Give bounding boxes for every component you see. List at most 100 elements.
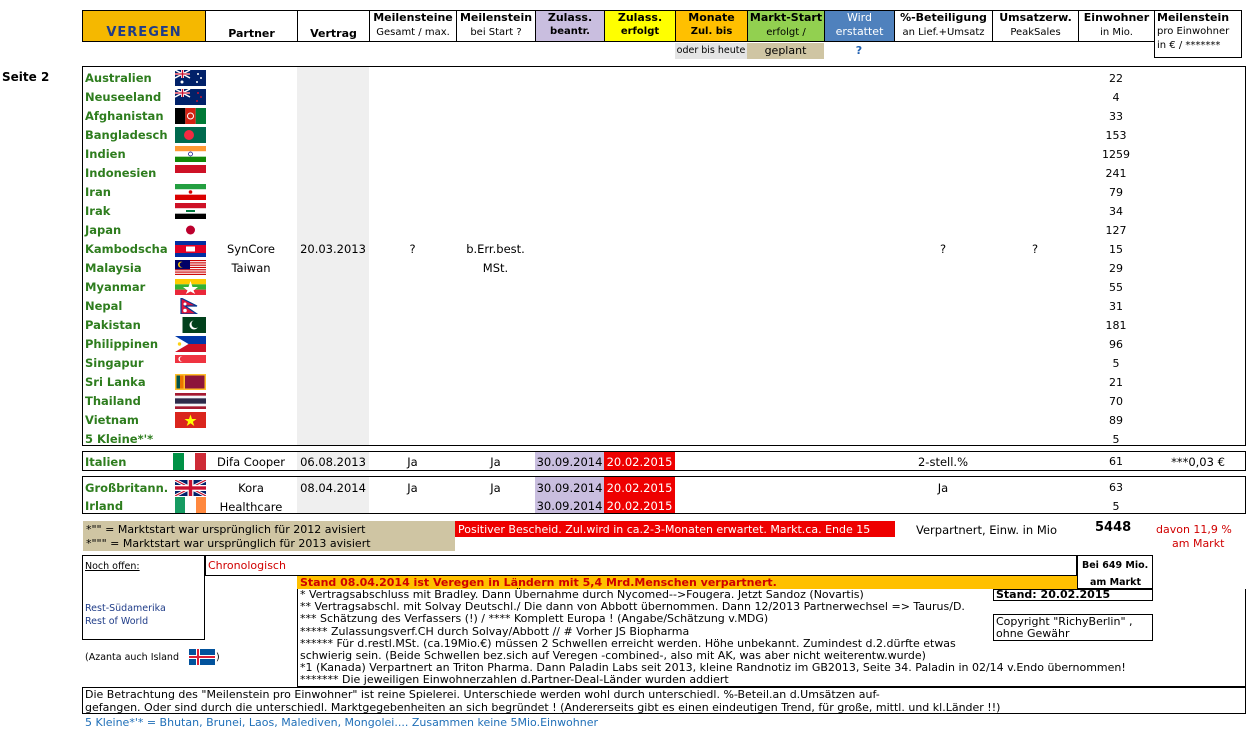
asia-meilenstein-start2: MSt. [482,261,509,275]
footnote-line: ***** Zulassungsverf.CH durch Solvay/Abb… [300,624,690,638]
asia-partner2: Taiwan [231,261,271,275]
header-wird: Wird erstattet [824,10,894,42]
noch-offen-label: Noch offen: [85,561,140,572]
flag-pk-icon [175,317,206,333]
country-name: Thailand [85,394,141,408]
country-name: Neuseeland [85,90,162,104]
footnote-line: ** Vertragsabschl. mit Solvay Deutschl./… [300,600,965,614]
azanta-close: ) [216,652,220,663]
country-name: Sri Lanka [85,375,146,389]
flag-it-icon [173,453,206,470]
flag-jp-icon [175,222,206,238]
country-name: Vietnam [85,413,139,427]
flag-ie-icon [175,497,206,513]
irland-zul-erfolgt: 20.02.2015 [606,499,673,513]
uk-meilenstein-start: Ja [490,481,501,495]
population-value: 181 [1105,319,1127,332]
population-value: 15 [1109,243,1123,256]
country-name: Malaysia [85,261,142,275]
veregen-title: VEREGEN [106,25,182,40]
italien-name: Italien [85,455,127,469]
header-umsatz: Umsatzerw. PeakSales [992,10,1078,42]
irland-zul-beantr: 30.09.2014 [536,499,603,513]
zul-beantr-title: Zulass. [547,11,593,24]
italien-meilensteine: Ja [407,455,418,469]
asia-partner: SynCore [226,242,275,256]
monate-title: Monate [688,11,735,24]
header-einwohner: Einwohner in Mio. [1078,10,1154,42]
population-value: 22 [1109,72,1123,85]
flag-ir-icon [175,184,206,200]
irland-pop: 5 [1112,500,1120,513]
rest-of-world: Rest of World [85,616,149,627]
country-name: Singapur [85,356,144,370]
flag-id-icon [175,165,206,181]
uk-meilensteine: Ja [407,481,418,495]
footnote-line: schwierig sein. (Beide Schwellen bez.sic… [300,649,926,662]
flag-af-icon [175,108,206,124]
proeinw-title: Meilenstein [1157,11,1230,24]
wird-title: Wird [846,11,872,24]
italien-vertrag: 06.08.2013 [300,455,366,469]
country-name: Nepal [85,299,123,313]
vertrag-column-shade [297,67,369,445]
partner-label: Partner [228,27,275,40]
italien-pop: 61 [1109,455,1123,468]
country-name: Myanmar [85,280,146,294]
monate-sub: Zul. bis Start [690,26,733,41]
population-value: 4 [1112,91,1120,104]
flag-nz-icon [175,89,206,105]
flag-iq-icon [175,203,206,219]
country-name: Kambodscha [85,242,168,256]
flag-kh-icon [175,241,206,257]
footnote-line: *1 (Kanada) Verpartnert an Triton Pharma… [300,661,1126,675]
flag-in-icon [175,146,206,162]
flag-sg-icon [175,355,206,371]
verpartnert-label: Verpartnert, Einw. in Mio [916,523,1057,537]
azanta-text: (Azanta auch Island [85,652,179,663]
country-name: Philippinen [85,337,159,351]
population-value: 29 [1109,262,1123,275]
population-value: 33 [1109,110,1123,123]
header-vertrag: Vertrag [297,10,369,42]
uk-name: Großbritann. [85,481,169,495]
copyright-text2: ohne Gewähr [996,627,1070,640]
flag-vn-icon [175,412,206,428]
umsatz-title: Umsatzerw. [999,11,1072,24]
davon-text2: am Markt [1172,537,1225,550]
asia-beteiligung: ? [939,242,947,256]
country-name: 5 Kleine*'* [85,432,154,446]
chronologisch-label: Chronologisch [208,559,286,572]
country-name: Indien [85,147,126,161]
flag-th-icon [175,393,206,409]
population-value: 127 [1105,224,1127,237]
italien-zul-beantr: 30.09.2014 [536,455,603,469]
header-meilensteine: Meilensteine Gesamt / max. [369,10,456,42]
markt-sub: erfolgt / [766,27,806,38]
meilensteine-title: Meilensteine [373,11,453,24]
header-monate: Monate Zul. bis Start [675,10,747,42]
country-name: Bangladesch [85,128,168,142]
bei649-text: Bei 649 Mio. [1082,560,1149,571]
population-value: 153 [1105,129,1127,142]
population-value: 241 [1105,167,1127,180]
header-partner: Partner [205,10,297,42]
header-markt: Markt-Start erfolgt / [747,10,824,42]
header-zul-erfolgt: Zulass. erfolgt [604,10,675,42]
markt-sub2: geplant [747,43,824,59]
population-value: 1259 [1102,148,1130,161]
header-zul-beantr: Zulass. beantr. [535,10,604,42]
flag-is-icon [189,649,215,665]
header-veregen: VEREGEN [82,10,205,42]
proeinw-sub2: in € / ******* [1157,40,1221,51]
population-value: 79 [1109,186,1123,199]
italien-proeinw: ***0,03 € [1171,455,1225,469]
positive-text: Positiver Bescheid. Zul.wird in ca.2-3-M… [458,523,871,536]
flag-gb-icon [175,480,206,496]
uk-pop: 63 [1109,481,1123,494]
zul-beantr-sub: beantr. [550,26,590,37]
country-name: Irak [85,204,111,218]
asia-meilenstein-start: b.Err.best. [466,242,525,256]
uk-zul-erfolgt: 20.02.2015 [606,481,673,495]
davon-text: davon 11,9 % [1156,523,1232,536]
